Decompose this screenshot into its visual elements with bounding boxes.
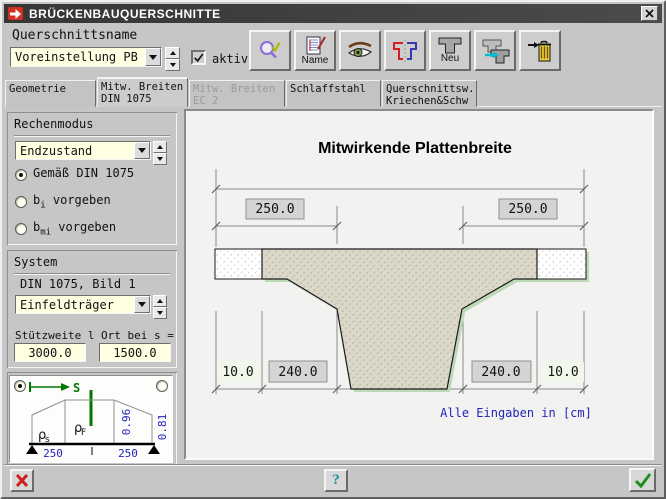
spin-down-icon[interactable] bbox=[165, 59, 180, 71]
copy-section-button[interactable] bbox=[474, 30, 516, 71]
t-section-icon bbox=[437, 37, 463, 54]
querschnittsname-label: Querschnittsname bbox=[12, 28, 137, 43]
system-type-value[interactable]: Einfeldträger bbox=[16, 296, 134, 313]
svg-text:240.0: 240.0 bbox=[278, 365, 317, 380]
system-type-spinner[interactable] bbox=[153, 295, 167, 314]
ort-label: Ort bei s = bbox=[101, 329, 174, 342]
system-type-combobox[interactable]: Einfeldträger bbox=[15, 295, 151, 314]
spin-down-icon[interactable] bbox=[153, 153, 167, 165]
radio-icon[interactable] bbox=[15, 223, 27, 235]
compare-sections-button[interactable] bbox=[384, 30, 426, 71]
dropdown-arrow-icon[interactable] bbox=[134, 142, 150, 159]
system-group: System DIN 1075, Bild 1 Einfeldträger St… bbox=[7, 250, 177, 368]
svg-text:s: s bbox=[45, 435, 50, 445]
cross-section-diagram: Mitwirkende Plattenbreite 250.0 bbox=[186, 111, 652, 458]
tab-querschnittswerte[interactable]: Querschnittsw.Kriechen&Schw bbox=[382, 80, 477, 107]
radio-icon[interactable] bbox=[15, 169, 27, 181]
notepad-pencil-icon bbox=[302, 36, 328, 56]
green-check-icon bbox=[633, 471, 653, 489]
flange-right-ineffective bbox=[537, 249, 586, 279]
radio-icon[interactable] bbox=[15, 196, 27, 208]
new-button-label: Neu bbox=[441, 54, 459, 64]
tab-mitw-breiten-ec2: Mitw. BreitenEC 2 bbox=[189, 80, 285, 107]
support-left-icon bbox=[26, 445, 38, 454]
rechenmodus-title: Rechenmodus bbox=[14, 117, 170, 136]
copy-section-icon bbox=[480, 38, 510, 64]
rename-button[interactable]: Name bbox=[294, 30, 336, 71]
aktiv-label: aktiv bbox=[212, 52, 248, 66]
tab-geometrie[interactable]: Geometrie bbox=[5, 80, 96, 107]
value-outer-label: 0.81 bbox=[156, 414, 169, 441]
footer-divider bbox=[4, 464, 662, 466]
load-position-panel: S ρ s ρ F 0.96 0.81 250 250 bbox=[9, 375, 173, 463]
main-diagram-panel: Mitwirkende Plattenbreite 250.0 bbox=[184, 109, 654, 460]
system-title: System bbox=[14, 255, 170, 274]
section-name-spinner[interactable] bbox=[165, 47, 180, 67]
app-icon bbox=[8, 7, 23, 20]
ok-button[interactable] bbox=[629, 468, 656, 492]
radio-bmi-vorgeben[interactable]: bmi vorgeben bbox=[15, 222, 116, 236]
load-position-diagram: S ρ s ρ F 0.96 0.81 250 250 bbox=[11, 377, 171, 461]
svg-text:10.0: 10.0 bbox=[222, 365, 253, 380]
diagram-title: Mitwirkende Plattenbreite bbox=[318, 140, 512, 157]
svg-text:250.0: 250.0 bbox=[255, 202, 294, 217]
search-check-button[interactable] bbox=[249, 30, 291, 71]
close-button[interactable] bbox=[641, 6, 658, 21]
eye-icon bbox=[345, 39, 375, 63]
support-right-icon bbox=[148, 445, 160, 454]
rechenmodus-group: Rechenmodus Endzustand Gemäß DIN 1075 bi… bbox=[7, 112, 177, 245]
rechenmodus-spinner[interactable] bbox=[153, 141, 167, 160]
delete-section-button[interactable] bbox=[519, 30, 561, 71]
svg-text:10.0: 10.0 bbox=[547, 365, 578, 380]
trash-icon bbox=[526, 38, 554, 64]
dialog-window: BRÜCKENBAUQUERSCHNITTE Querschnittsname … bbox=[0, 0, 666, 499]
spin-up-icon[interactable] bbox=[153, 141, 167, 153]
tab-schlaffstahl[interactable]: Schlaffstahl bbox=[286, 80, 381, 107]
radio-bi-vorgeben[interactable]: bi vorgeben bbox=[15, 195, 111, 209]
spin-up-icon[interactable] bbox=[165, 47, 180, 59]
span-left-label: 250 bbox=[43, 447, 63, 460]
rechenmodus-value[interactable]: Endzustand bbox=[16, 142, 134, 159]
view-button[interactable] bbox=[339, 30, 381, 71]
cancel-button[interactable] bbox=[10, 469, 34, 492]
s-marker-label: S bbox=[73, 381, 80, 395]
stuetzweite-label: Stützweite l bbox=[15, 329, 94, 342]
s-arrow-icon bbox=[61, 383, 70, 391]
dropdown-arrow-icon[interactable] bbox=[134, 296, 150, 313]
stuetzweite-field[interactable]: 3000.0 bbox=[14, 343, 86, 362]
load-position-group: S ρ s ρ F 0.96 0.81 250 250 bbox=[7, 372, 177, 465]
spin-up-icon[interactable] bbox=[153, 295, 167, 307]
svg-text:250.0: 250.0 bbox=[508, 202, 547, 217]
search-check-icon bbox=[257, 38, 283, 64]
span-right-label: 250 bbox=[118, 447, 138, 460]
close-icon bbox=[644, 8, 655, 19]
svg-text:F: F bbox=[81, 428, 86, 438]
new-section-button[interactable]: Neu bbox=[429, 30, 471, 71]
help-button[interactable]: ? bbox=[324, 469, 348, 492]
value-inner-label: 0.96 bbox=[120, 409, 133, 436]
tab-mitw-breiten-din1075[interactable]: Mitw. BreitenDIN 1075 bbox=[97, 77, 188, 107]
section-name-value[interactable]: Voreinstellung PB bbox=[11, 48, 145, 66]
svg-text:240.0: 240.0 bbox=[481, 365, 520, 380]
title-bar[interactable]: BRÜCKENBAUQUERSCHNITTE bbox=[4, 4, 662, 23]
spin-down-icon[interactable] bbox=[153, 307, 167, 319]
compare-t-sections-icon bbox=[391, 39, 419, 63]
section-name-combobox[interactable]: Voreinstellung PB bbox=[10, 47, 162, 67]
system-caption: DIN 1075, Bild 1 bbox=[20, 277, 136, 291]
aktiv-checkbox[interactable] bbox=[191, 50, 206, 65]
radio-gemaess-din1075[interactable]: Gemäß DIN 1075 bbox=[15, 168, 134, 182]
window-title: BRÜCKENBAUQUERSCHNITTE bbox=[29, 7, 221, 21]
rename-button-label: Name bbox=[302, 56, 329, 66]
help-icon: ? bbox=[332, 472, 340, 489]
red-x-icon bbox=[14, 472, 31, 489]
check-icon bbox=[193, 52, 204, 63]
dropdown-arrow-icon[interactable] bbox=[145, 48, 161, 66]
flange-left-ineffective bbox=[215, 249, 262, 279]
units-note: Alle Eingaben in [cm] bbox=[440, 406, 592, 420]
ort-field[interactable]: 1500.0 bbox=[99, 343, 171, 362]
rechenmodus-combobox[interactable]: Endzustand bbox=[15, 141, 151, 160]
